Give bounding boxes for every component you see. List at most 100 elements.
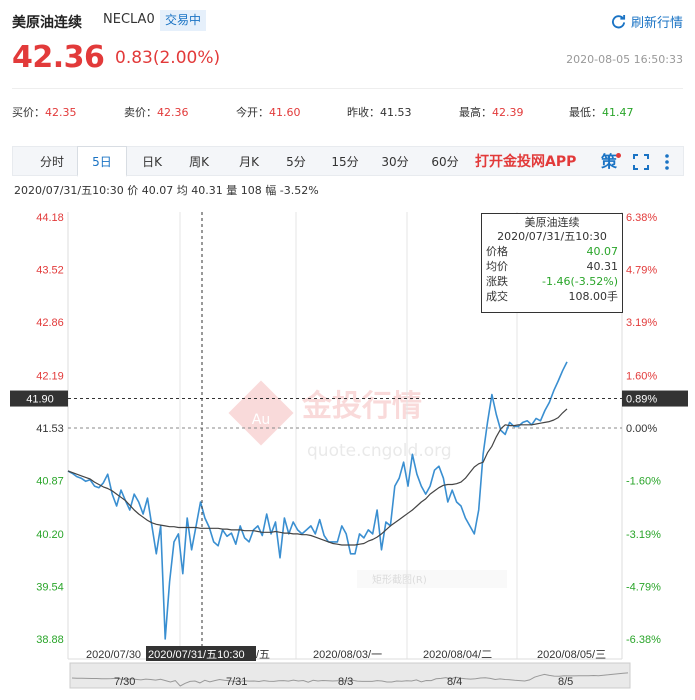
tooltip-row: 成交 108.00手 bbox=[486, 289, 618, 304]
y-tick-label: 43.52 bbox=[36, 265, 64, 277]
y-tick-percent: 0.00% bbox=[626, 423, 657, 435]
range-navigator[interactable]: 7/30 7/31 8/3 8/4 8/5 bbox=[69, 662, 631, 689]
stat-high: 最高：42.39 bbox=[459, 104, 524, 120]
quote-header: 美原油连续 NECLA0 交易中 刷新行情 42.36 0.83(2.00%) … bbox=[0, 0, 695, 100]
stat-label: 最高： bbox=[459, 106, 492, 119]
watermark-url: quote.cngold.org bbox=[307, 441, 452, 461]
crosshair-tooltip: 美原油连续 2020/07/31/五10:30 价格 40.07 均价 40.31 … bbox=[481, 213, 623, 313]
stat-value: 41.60 bbox=[269, 106, 301, 119]
y-tick-percent: -1.60% bbox=[626, 476, 661, 488]
tooltip-label: 成交 bbox=[486, 290, 508, 303]
refresh-label: 刷新行情 bbox=[630, 16, 683, 31]
header-divider bbox=[12, 88, 683, 89]
notification-dot bbox=[616, 153, 622, 158]
stat-label: 买价： bbox=[12, 106, 45, 119]
stat-value: 42.35 bbox=[45, 106, 77, 119]
y-tick-label: 44.18 bbox=[36, 212, 64, 224]
stat-label: 今开： bbox=[236, 106, 269, 119]
y-tick-label: 40.20 bbox=[36, 529, 64, 541]
y-tick-label: 38.88 bbox=[36, 634, 64, 646]
y-tick-percent: -4.79% bbox=[626, 581, 661, 593]
quote-timestamp: 2020-08-05 16:50:33 bbox=[566, 53, 683, 66]
stat-value: 42.36 bbox=[157, 106, 189, 119]
tab-30min[interactable]: 30分 bbox=[370, 147, 420, 177]
y-tick-label: 42.86 bbox=[36, 317, 64, 329]
navigator-tick-label: 8/4 bbox=[447, 676, 462, 688]
y-tick-percent: 4.79% bbox=[626, 265, 657, 277]
more-options-icon[interactable] bbox=[663, 152, 671, 172]
crosshair-time-label: 2020/07/31/五10:30 bbox=[148, 649, 245, 661]
tooltip-value: 40.07 bbox=[586, 245, 619, 258]
watermark-brand: 金投行情 bbox=[301, 389, 422, 424]
tooltip-row: 价格 40.07 bbox=[486, 244, 618, 259]
last-price: 42.36 bbox=[12, 40, 105, 75]
open-app-link[interactable]: 打开金投网APP bbox=[475, 147, 576, 177]
tab-5day[interactable]: 5日 bbox=[77, 146, 127, 177]
stat-label: 昨收： bbox=[347, 106, 380, 119]
strategy-icon[interactable]: 策 bbox=[601, 147, 622, 177]
tooltip-row: 均价 40.31 bbox=[486, 259, 618, 274]
tooltip-time: 2020/07/31/五10:30 bbox=[497, 230, 607, 243]
sub-watermark: 矩形截图(R) bbox=[357, 570, 507, 588]
tooltip-title: 美原油连续 bbox=[524, 216, 580, 229]
stat-low: 最低：41.47 bbox=[569, 104, 634, 120]
navigator-tick-label: 7/31 bbox=[226, 676, 247, 688]
quote-stats: 买价：42.35 卖价：42.36 今开：41.60 昨收：41.53 最高：4… bbox=[0, 100, 695, 126]
y-axis-price: 44.18 43.52 42.86 42.19 41.53 40.87 40.20 39.54… bbox=[36, 212, 64, 646]
y-tick-percent: -3.19% bbox=[626, 529, 661, 541]
crosshair-percent-label: 0.89% bbox=[626, 394, 657, 406]
stat-label: 最低： bbox=[569, 106, 602, 119]
price-change: 0.83(2.00%) bbox=[115, 48, 221, 68]
stat-value: 42.39 bbox=[492, 106, 524, 119]
instrument-title: 美原油连续 bbox=[12, 15, 82, 31]
tooltip-label: 均价 bbox=[486, 260, 508, 273]
watermark: Au 金投行情 quote.cngold.org bbox=[228, 380, 452, 461]
x-tick-label: 2020/08/05/三 bbox=[537, 649, 606, 661]
stat-value: 41.47 bbox=[602, 106, 634, 119]
tooltip-value: 108.00手 bbox=[568, 290, 619, 303]
tooltip-row: 涨跌 -1.46(-3.52%) bbox=[486, 274, 618, 289]
crosshair-info-line: 2020/07/31/五10:30 价 40.07 均 40.31 量 108 … bbox=[14, 184, 319, 197]
fullscreen-icon[interactable] bbox=[633, 154, 649, 170]
y-tick-percent: 3.19% bbox=[626, 317, 657, 329]
stat-ask: 卖价：42.36 bbox=[124, 104, 189, 120]
sub-watermark-text: 矩形截图(R) bbox=[372, 573, 427, 586]
navigator-tick-label: 8/3 bbox=[338, 676, 353, 688]
x-tick-label: 2020/07/30 bbox=[86, 649, 141, 661]
stat-open: 今开：41.60 bbox=[236, 104, 301, 120]
navigator-tick-label: 8/5 bbox=[558, 676, 573, 688]
tab-5min[interactable]: 5分 bbox=[273, 147, 319, 177]
instrument-code: NECLA0 bbox=[103, 12, 155, 27]
stat-bid: 买价：42.35 bbox=[12, 104, 77, 120]
stat-prev-close: 昨收：41.53 bbox=[347, 104, 412, 120]
trading-status-badge: 交易中 bbox=[160, 10, 207, 31]
period-tab-bar: 分时 5日 日K 周K 月K 5分 15分 30分 60分 打开金投网APP 策 bbox=[12, 146, 684, 177]
crosshair-price-label: 41.90 bbox=[26, 394, 54, 406]
x-tick-label: /五 bbox=[256, 649, 270, 661]
tooltip-label: 价格 bbox=[486, 245, 508, 258]
y-tick-label: 42.19 bbox=[36, 370, 64, 382]
tooltip-value: -1.46(-3.52%) bbox=[542, 275, 618, 288]
stat-label: 卖价： bbox=[124, 106, 157, 119]
y-tick-label: 39.54 bbox=[36, 581, 64, 593]
tooltip-value: 40.31 bbox=[586, 260, 619, 273]
tab-weekly-k[interactable]: 周K bbox=[174, 147, 224, 177]
tab-60min[interactable]: 60分 bbox=[420, 147, 470, 177]
tab-intraday[interactable]: 分时 bbox=[27, 147, 77, 177]
y-tick-percent: 1.60% bbox=[626, 370, 657, 382]
navigator-tick-label: 7/30 bbox=[114, 676, 135, 688]
x-tick-label: 2020/08/04/二 bbox=[423, 649, 492, 661]
stat-value: 41.53 bbox=[380, 106, 412, 119]
y-axis-percent: 6.38% 4.79% 3.19% 1.60% 0.00% -1.60% -3.19% -4.… bbox=[626, 212, 661, 646]
tab-15min[interactable]: 15分 bbox=[320, 147, 370, 177]
tab-monthly-k[interactable]: 月K bbox=[224, 147, 274, 177]
y-tick-percent: 6.38% bbox=[626, 212, 657, 224]
x-tick-label: 2020/08/03/一 bbox=[313, 649, 382, 661]
tab-daily-k[interactable]: 日K bbox=[127, 147, 177, 177]
refresh-icon bbox=[611, 14, 626, 29]
strategy-glyph: 策 bbox=[601, 152, 618, 171]
y-tick-percent: -6.38% bbox=[626, 634, 661, 646]
y-tick-label: 40.87 bbox=[36, 476, 64, 488]
refresh-button[interactable]: 刷新行情 bbox=[611, 12, 683, 31]
y-tick-label: 41.53 bbox=[36, 423, 64, 435]
